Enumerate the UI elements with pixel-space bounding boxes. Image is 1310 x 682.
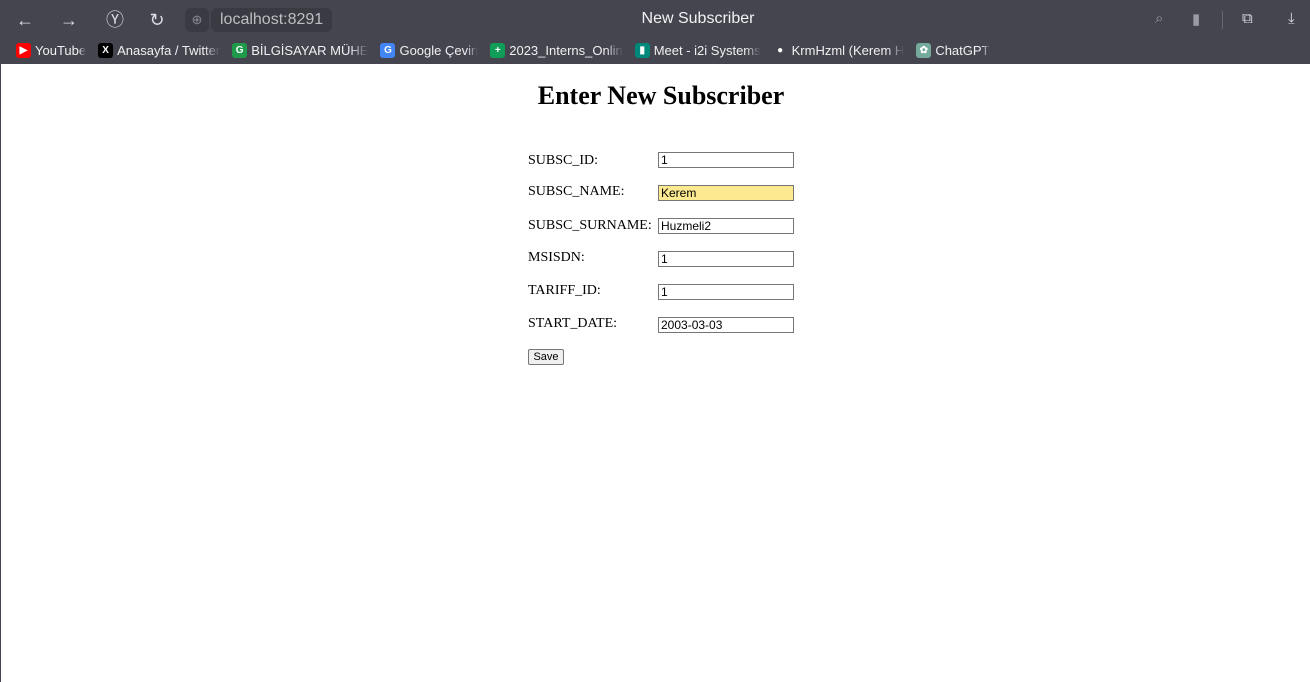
page-content: Enter New Subscriber SUBSC_ID: 1 SUBSC_NAM… [0, 64, 1310, 682]
bookmark-favicon-icon: G [232, 43, 248, 58]
panel-icon[interactable]: ⧉ [1242, 10, 1253, 27]
page-title: Enter New Subscriber [537, 81, 785, 110]
msisdn-input[interactable]: 1 [658, 251, 794, 267]
subsc-name-value: Kerem [661, 186, 697, 200]
bookmark-label: Google Çeviri [399, 43, 479, 58]
save-button[interactable]: Save [528, 349, 564, 365]
subsc-surname-value: Huzmeli2 [661, 219, 712, 233]
bookmark-item[interactable]: +2023_Interns_Onlin [490, 43, 623, 58]
subsc-id-label: SUBSC_ID: [528, 153, 599, 168]
subsc-name-input[interactable]: Kerem [658, 185, 794, 201]
browser-chrome: ← → Ⓨ ↻ ⊕ localhost:8291 New Subscriber … [0, 0, 1310, 64]
bookmark-label: 2023_Interns_Onlin [509, 43, 623, 58]
subsc-surname-label: SUBSC_SURNAME: [528, 218, 652, 233]
divider [1222, 11, 1223, 29]
bookmark-item[interactable]: G BİLGİSAYAR MÜHE [232, 43, 368, 58]
subsc-surname-input[interactable]: Huzmeli2 [658, 218, 794, 234]
tariff-id-input[interactable]: 1 [658, 284, 794, 300]
subsc-id-input[interactable]: 1 [658, 152, 794, 168]
start-date-value: 2003-03-03 [661, 318, 723, 332]
bookmark-favicon-icon: X [98, 43, 114, 58]
bookmark-favicon-icon: + [490, 43, 506, 58]
tariff-id-value: 1 [661, 285, 668, 299]
bookmark-item[interactable]: G Google Çeviri [380, 43, 478, 58]
bookmark-favicon-icon: ● [772, 43, 788, 58]
bookmark-label: YouTube [35, 43, 87, 58]
msisdn-value: 1 [661, 252, 668, 266]
bookmark-item[interactable]: X Anasayfa / Twitter [98, 43, 220, 58]
bookmark-item[interactable]: ▶ YouTube [16, 43, 86, 58]
tariff-id-label: TARIFF_ID: [528, 283, 601, 298]
bookmark-label: KrmHzml (Kerem H [791, 43, 905, 58]
bookmark-label: BİLGİSAYAR MÜHE [251, 43, 369, 58]
bookmark-item[interactable]: ✿ ChatGPT [916, 43, 990, 58]
tab-title: New Subscriber [641, 10, 755, 27]
bookmark-favicon-icon: ▶ [16, 43, 31, 58]
bookmark-label: Meet - i2i Systems [653, 43, 761, 58]
start-date-label: START_DATE: [528, 316, 618, 331]
bookmark-item[interactable]: ● KrmHzml (Kerem H [772, 43, 905, 58]
bookmark-label: Anasayfa / Twitter [117, 43, 221, 58]
subsc-name-label: SUBSC_NAME: [528, 184, 625, 199]
start-date-input[interactable]: 2003-03-03 [658, 317, 794, 333]
bookmark-icon[interactable]: ▮ [1192, 10, 1200, 28]
bookmark-favicon-icon: ✿ [916, 43, 932, 58]
bookmarks-bar: ▶ YouTube X Anasayfa / Twitter G BİLGİSAYAR M… [16, 43, 1002, 58]
subsc-id-value: 1 [661, 153, 668, 167]
zoom-icon[interactable]: ⌕ [1155, 10, 1163, 27]
download-icon[interactable]: ⤓ [1288, 10, 1295, 27]
bookmark-label: ChatGPT [935, 43, 990, 58]
bookmark-favicon-icon: ▮ [634, 43, 650, 58]
bookmark-item[interactable]: ▮ Meet - i2i Systems [634, 43, 761, 58]
msisdn-label: MSISDN: [528, 250, 585, 265]
bookmark-favicon-icon: G [380, 43, 396, 58]
